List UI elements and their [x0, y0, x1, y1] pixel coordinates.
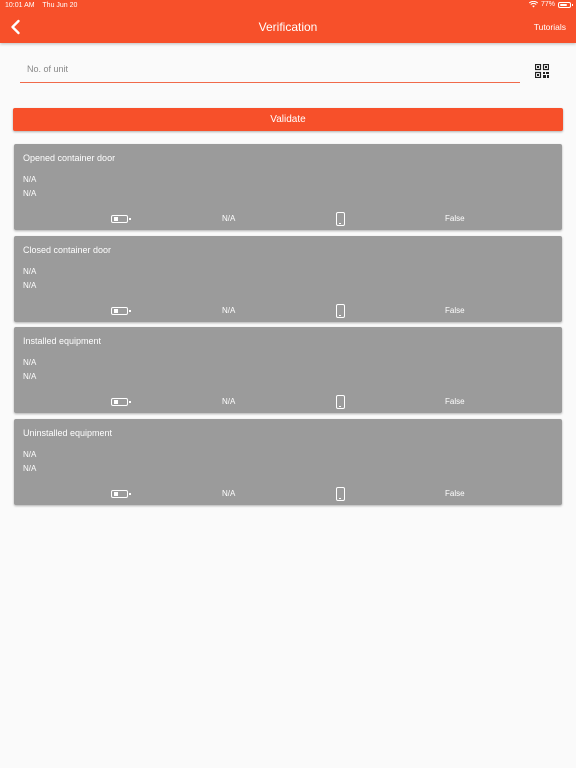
wifi-icon	[528, 1, 538, 8]
card-value-1: N/A	[23, 358, 37, 367]
battery-value: N/A	[222, 306, 236, 315]
battery-icon	[111, 490, 131, 498]
unit-number-input[interactable]	[20, 58, 520, 80]
status-time: 10:01 AM	[5, 2, 35, 9]
card-value-2: N/A	[23, 464, 37, 473]
card-title: Uninstalled equipment	[23, 428, 113, 438]
app-header: 10:01 AM Thu Jun 20 77% Verification Tut…	[0, 0, 576, 43]
status-right: 77%	[528, 1, 573, 8]
status-left: 10:01 AM Thu Jun 20	[5, 2, 83, 9]
phone-icon	[336, 304, 345, 318]
device-value: False	[445, 397, 465, 406]
card-value-2: N/A	[23, 281, 37, 290]
card-value-1: N/A	[23, 267, 37, 276]
card-value-1: N/A	[23, 175, 37, 184]
battery-icon	[111, 307, 131, 315]
card-value-1: N/A	[23, 450, 37, 459]
phone-icon	[336, 395, 345, 409]
status-date: Thu Jun 20	[42, 2, 78, 9]
card-opened-container-door[interactable]: Opened container door N/A N/A N/A False	[14, 144, 562, 230]
validate-button[interactable]: Validate	[13, 108, 563, 131]
card-uninstalled-equipment[interactable]: Uninstalled equipment N/A N/A N/A False	[14, 419, 562, 505]
battery-value: N/A	[222, 397, 236, 406]
card-title: Installed equipment	[23, 336, 102, 346]
status-bar: 10:01 AM Thu Jun 20 77%	[0, 0, 576, 12]
card-value-2: N/A	[23, 372, 37, 381]
battery-value: N/A	[222, 489, 236, 498]
device-value: False	[445, 489, 465, 498]
tutorials-link[interactable]: Tutorials	[534, 22, 566, 32]
device-value: False	[445, 306, 465, 315]
card-title: Opened container door	[23, 153, 116, 163]
back-button[interactable]	[6, 17, 26, 37]
device-value: False	[445, 214, 465, 223]
card-value-2: N/A	[23, 189, 37, 198]
battery-value: N/A	[222, 214, 236, 223]
battery-percent: 77%	[540, 1, 555, 8]
phone-icon	[336, 212, 345, 226]
battery-icon	[558, 1, 573, 8]
unit-input-container	[20, 58, 520, 83]
battery-icon	[111, 215, 131, 223]
page-title: Verification	[258, 20, 318, 34]
card-title: Closed container door	[23, 245, 112, 255]
card-closed-container-door[interactable]: Closed container door N/A N/A N/A False	[14, 236, 562, 322]
phone-icon	[336, 487, 345, 501]
qr-code-icon[interactable]	[535, 64, 549, 78]
battery-icon	[111, 398, 131, 406]
battery-fill	[560, 3, 567, 6]
card-installed-equipment[interactable]: Installed equipment N/A N/A N/A False	[14, 327, 562, 413]
